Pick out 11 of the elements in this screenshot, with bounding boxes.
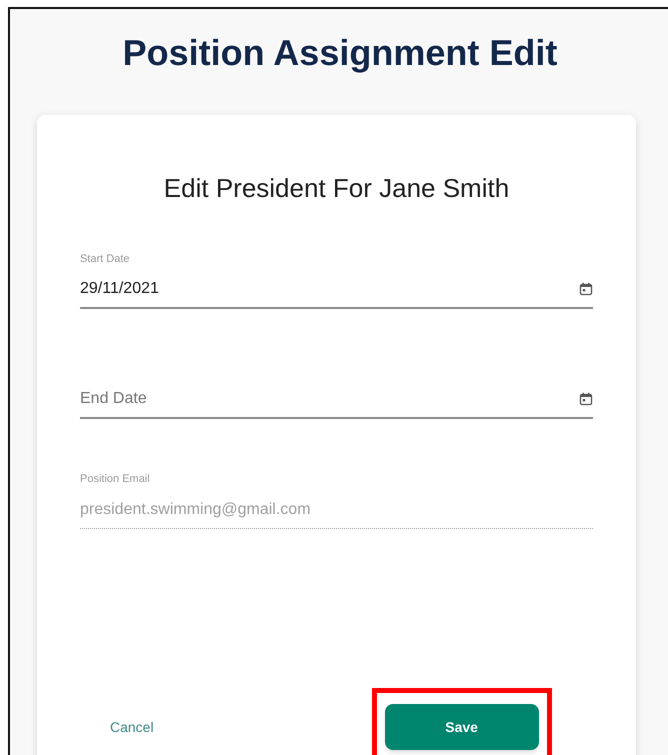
cancel-button[interactable]: Cancel [102,704,162,750]
field-label: Position Email [80,474,151,485]
page-title: Position Assignment Edit [122,35,558,71]
save-button[interactable]: Save [384,704,539,750]
input-field[interactable]: 29/11/2021 [80,275,593,309]
field-label: Start Date [80,254,131,265]
input-field[interactable]: End Date [80,385,593,419]
input-field: president.swimming@gmail.com [80,495,593,529]
card-heading: Edit President For Jane Smith [162,175,510,201]
calendar-icon[interactable] [579,392,593,406]
calendar-icon[interactable] [579,282,593,296]
